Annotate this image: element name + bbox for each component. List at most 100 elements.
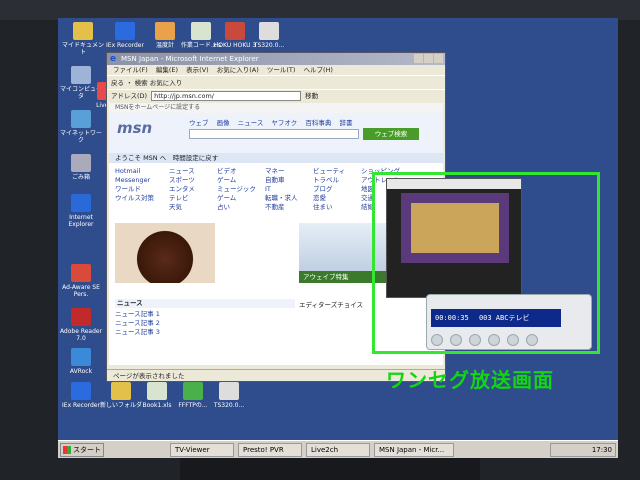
menu-help[interactable]: ヘルプ(H) [304, 66, 333, 74]
link-item[interactable]: ゲーム [217, 194, 256, 203]
link-item[interactable]: ビデオ [217, 167, 256, 176]
start-button[interactable]: スタート [60, 443, 104, 457]
monitor-stand [180, 458, 480, 480]
menu-edit[interactable]: 編集(E) [156, 66, 178, 74]
desktop-icon-label: TS320.0... [253, 42, 285, 49]
link-item[interactable]: テレビ [169, 194, 195, 203]
address-label: アドレス(D) [111, 91, 148, 100]
link-item[interactable]: 住まい [313, 203, 345, 212]
desktop-icon-ts320[interactable]: TS320.0... [246, 22, 292, 49]
window-controls [413, 54, 443, 64]
link-item[interactable]: ビューティ [313, 167, 345, 176]
document-icon [259, 22, 279, 40]
link-column-1: Hotmail Messenger ワールド ウイルス対策 [115, 167, 154, 203]
minimize-icon[interactable] [414, 54, 423, 63]
msn-logo[interactable]: msn [117, 119, 152, 137]
link-item[interactable]: ニュース [169, 167, 195, 176]
app-icon [225, 22, 245, 40]
menu-view[interactable]: 表示(V) [186, 66, 209, 74]
tv-highlight-frame [372, 172, 600, 354]
system-clock[interactable]: 17:30 [550, 443, 616, 457]
msn-set-homepage-link[interactable]: MSNをホームページに設定する [109, 103, 443, 113]
link-item[interactable]: ゲーム [217, 176, 256, 185]
tv-caption-label: ワンセグ放送画面 [386, 368, 554, 392]
address-input[interactable]: http://jp.msn.com/ [151, 90, 302, 101]
desktop-icon-avrock[interactable]: AVRock [58, 348, 104, 375]
pdf-icon [71, 308, 91, 326]
desktop-icon-ts320-2[interactable]: TS320.0... [206, 382, 252, 409]
link-item[interactable]: 天気 [169, 203, 195, 212]
desktop-icon-adobe-reader[interactable]: Adobe Reader 7.0 [58, 308, 104, 342]
menu-tools[interactable]: ツール(T) [267, 66, 296, 74]
link-column-3: ビデオ ゲーム ミュージック ゲーム 占い [217, 167, 256, 212]
menu-favorites[interactable]: お気に入り(A) [217, 66, 259, 74]
tab-dictionary[interactable]: 辞書 [339, 119, 352, 127]
folder-icon [111, 382, 131, 400]
msn-search-input[interactable] [189, 129, 359, 139]
desktop-icon-label: Adobe Reader 7.0 [59, 328, 103, 342]
desktop-icon-label: ごみ箱 [71, 174, 90, 181]
excel-file-icon [147, 382, 167, 400]
link-item[interactable]: 転職・求人 [265, 194, 298, 203]
link-item[interactable]: ミュージック [217, 185, 256, 194]
folder-icon [73, 22, 93, 40]
internet-explorer-icon [71, 194, 91, 212]
tab-encyclopedia[interactable]: 百科事典 [305, 119, 331, 127]
desktop-icon-label: Book1.xls [142, 402, 172, 409]
link-column-2: ニュース スポーツ エンタメ テレビ 天気 [169, 167, 195, 212]
link-item[interactable]: マネー [265, 167, 298, 176]
network-icon [71, 110, 91, 128]
recycle-bin-icon [71, 154, 91, 172]
desktop-icon-label: Internet Explorer [68, 214, 94, 228]
desktop-icon-adaware[interactable]: Ad-Aware SE Pers. [58, 264, 104, 298]
go-button[interactable]: 移動 [305, 90, 318, 102]
msn-welcome-bar: ようこそ MSN へ 時間設定に戻す [109, 153, 443, 163]
link-item[interactable]: 占い [217, 203, 256, 212]
desktop-icon-my-documents[interactable]: マイドキュメント [60, 22, 106, 56]
taskbar-item-msn[interactable]: MSN Japan - Micr... [374, 443, 454, 457]
link-world[interactable]: ワールド [115, 185, 154, 194]
desktop-icon-ie[interactable]: Internet Explorer [58, 194, 104, 228]
link-messenger[interactable]: Messenger [115, 176, 154, 185]
link-item[interactable]: 恋愛 [313, 194, 345, 203]
desktop-icon-network[interactable]: マイネットワーク [58, 110, 104, 144]
app-icon [71, 348, 91, 366]
link-virus[interactable]: ウイルス対策 [115, 194, 154, 203]
link-item[interactable]: エンタメ [169, 185, 195, 194]
excel-file-icon [191, 22, 211, 40]
link-item[interactable]: IT [265, 185, 298, 194]
taskbar-item-tv-viewer[interactable]: TV-Viewer [170, 443, 234, 457]
desktop-icon-label: Ad-Aware SE Pers. [62, 284, 100, 298]
desktop-icon-label: マイドキュメント [61, 42, 104, 56]
desktop-icon-label: FFFTPの... [178, 402, 208, 409]
toolbar-buttons[interactable]: 戻る ・ 検索 お気に入り [111, 79, 182, 87]
link-hotmail[interactable]: Hotmail [115, 167, 154, 176]
news-item[interactable]: ニュース記事 3 [115, 328, 295, 337]
tab-images[interactable]: 画像 [217, 119, 230, 127]
cake-promo-image[interactable] [115, 223, 215, 283]
news-section: ニュース ニュース記事 1 ニュース記事 2 ニュース記事 3 [115, 299, 295, 337]
link-item[interactable]: ブログ [313, 185, 345, 194]
tab-auction[interactable]: ヤフオク [271, 119, 297, 127]
desktop-icon-label: 温度計 [155, 42, 174, 49]
close-icon[interactable] [434, 54, 443, 63]
link-item[interactable]: トラベル [313, 176, 345, 185]
browser-titlebar[interactable]: MSN Japan - Microsoft Internet Explorer [107, 53, 445, 65]
taskbar-item-live2ch[interactable]: Live2ch [306, 443, 370, 457]
msn-search-button[interactable]: ウェブ検索 [363, 128, 419, 140]
link-item[interactable]: 自動車 [265, 176, 298, 185]
taskbar-item-presto-pvr[interactable]: Presto! PVR [238, 443, 302, 457]
desktop-icon-recycle-bin[interactable]: ごみ箱 [58, 154, 104, 181]
maximize-icon[interactable] [424, 54, 433, 63]
menu-file[interactable]: ファイル(F) [113, 66, 148, 74]
browser-toolbar: 戻る ・ 検索 お気に入り [107, 75, 445, 89]
folder-icon [155, 22, 175, 40]
tab-web[interactable]: ウェブ [189, 119, 209, 127]
app-icon [71, 382, 91, 400]
link-item[interactable]: スポーツ [169, 176, 195, 185]
news-heading: ニュース [115, 299, 295, 308]
news-item[interactable]: ニュース記事 1 [115, 310, 295, 319]
tab-news[interactable]: ニュース [238, 119, 264, 127]
news-item[interactable]: ニュース記事 2 [115, 319, 295, 328]
link-item[interactable]: 不動産 [265, 203, 298, 212]
